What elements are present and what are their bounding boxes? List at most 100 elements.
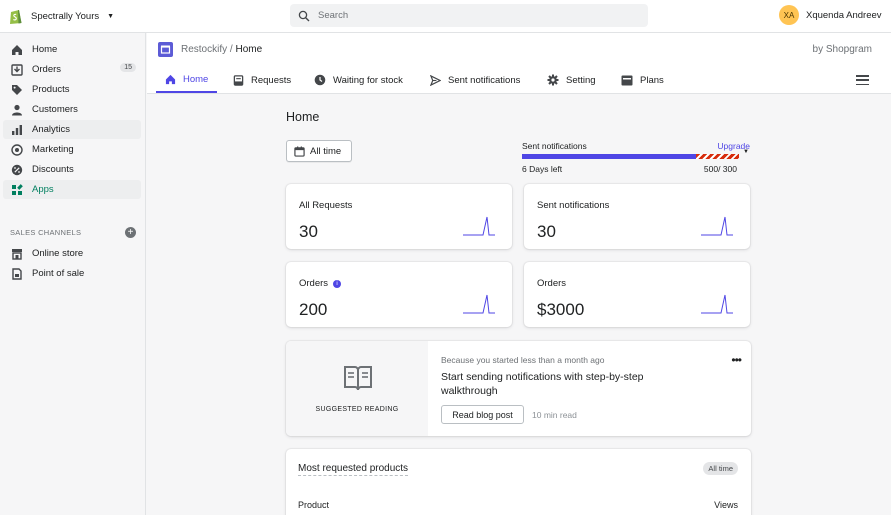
user-name: Xquenda Andreev xyxy=(806,9,882,21)
stat-label: All Requests xyxy=(299,200,352,211)
book-icon xyxy=(344,366,372,391)
sidebar-item-home[interactable]: Home xyxy=(3,40,141,59)
clock-icon xyxy=(314,74,326,86)
store-name: Spectrally Yours xyxy=(31,10,100,22)
suggested-reading-title: Start sending notifications with step-by… xyxy=(441,371,644,397)
tab-waiting-for-stock[interactable]: Waiting for stock xyxy=(305,67,412,93)
read-time: 10 min read xyxy=(532,410,577,420)
stat-label-text: All Requests xyxy=(299,200,353,211)
sidebar-item-apps[interactable]: Apps xyxy=(3,180,141,199)
tag-icon xyxy=(10,83,23,96)
time-range-badge: All time xyxy=(703,462,738,475)
stat-label-text: Orders xyxy=(299,278,329,289)
sidebar-item-online-store[interactable]: Online store xyxy=(3,244,141,263)
usage-meter: Sent notifications Upgrade ▼ 6 Days left… xyxy=(522,141,750,174)
app-tabs: Home Requests Waiting for stock Sent not… xyxy=(147,67,891,94)
sidebar-item-customers[interactable]: Customers xyxy=(3,100,141,119)
app-name[interactable]: Restockify xyxy=(181,44,227,55)
stat-value: $3000 xyxy=(537,300,585,319)
usage-progress-fill xyxy=(522,154,696,159)
sidebar-item-orders[interactable]: Orders 15 xyxy=(3,60,141,79)
stat-label: Orders xyxy=(537,278,566,289)
home-icon xyxy=(10,43,23,56)
sidebar-item-label: Orders xyxy=(32,64,62,75)
orders-icon xyxy=(10,63,23,76)
tab-home[interactable]: Home xyxy=(156,67,218,93)
stat-value: 30 xyxy=(537,222,556,241)
column-header-views: Views xyxy=(714,500,738,510)
column-header-product: Product xyxy=(298,500,330,510)
sidebar-item-label: Point of sale xyxy=(32,268,85,279)
sidebar-item-analytics[interactable]: Analytics xyxy=(3,120,141,139)
more-actions-icon[interactable]: ••• xyxy=(731,353,742,367)
stat-card-orders-count: Orders i 200 xyxy=(286,262,512,327)
sidebar-item-label: Apps xyxy=(32,184,54,195)
most-requested-products-card: Most requested products All time Product… xyxy=(286,449,751,515)
restockify-logo-icon xyxy=(158,42,173,57)
sidebar-item-label: Marketing xyxy=(32,144,74,155)
sparkline-chart xyxy=(463,294,495,314)
sidebar-item-label: Discounts xyxy=(32,164,74,175)
home-icon xyxy=(165,74,176,84)
date-filter-button[interactable]: All time xyxy=(286,140,352,162)
stat-value: 30 xyxy=(299,222,318,241)
read-blog-post-button[interactable]: Read blog post xyxy=(441,405,524,424)
app-header: Restockify / Home by Shopgram xyxy=(147,33,891,67)
sidebar-item-discounts[interactable]: Discounts xyxy=(3,160,141,179)
search-input[interactable] xyxy=(318,10,618,21)
search-icon xyxy=(298,10,310,21)
tab-label: Waiting for stock xyxy=(333,74,403,86)
tab-plans[interactable]: Plans xyxy=(612,67,673,93)
tab-requests[interactable]: Requests xyxy=(224,67,300,93)
add-channel-icon[interactable]: + xyxy=(125,227,136,238)
sidebar-item-label: Customers xyxy=(32,104,78,115)
usage-overage-stripe xyxy=(695,154,739,159)
target-icon xyxy=(10,143,23,156)
bar-chart-icon xyxy=(10,123,23,136)
sales-channels-header: SALES CHANNELS + xyxy=(10,227,136,238)
stat-label: Sent notifications xyxy=(537,200,609,211)
tab-sent-notifications[interactable]: Sent notifications xyxy=(421,67,529,93)
person-icon xyxy=(10,103,23,116)
discount-icon xyxy=(10,163,23,176)
apps-icon xyxy=(10,183,23,196)
stat-card-all-requests: All Requests 30 xyxy=(286,184,512,249)
app-breadcrumb: Restockify / Home xyxy=(181,44,262,55)
most-requested-products-title[interactable]: Most requested products xyxy=(298,463,409,476)
shopify-logo-icon xyxy=(10,9,22,24)
stat-value: 200 xyxy=(299,300,328,319)
caret-down-icon: ▼ xyxy=(743,149,749,155)
info-icon[interactable]: i xyxy=(333,279,342,288)
calendar-icon xyxy=(294,145,305,157)
usage-progress-bar xyxy=(522,154,739,159)
sparkline-chart xyxy=(463,216,495,236)
breadcrumb-current: Home xyxy=(235,44,263,55)
stat-card-orders-revenue: Orders $3000 xyxy=(524,262,750,327)
suggested-reading-panel: SUGGESTED READING xyxy=(286,341,428,436)
sidebar-item-label: Products xyxy=(32,84,70,95)
sales-channels-label: SALES CHANNELS xyxy=(10,228,82,237)
sparkline-chart xyxy=(701,294,733,314)
tab-label: Home xyxy=(183,73,209,85)
sidebar: Home Orders 15 Products Customers Analyt… xyxy=(0,33,146,515)
days-left: 6 Days left xyxy=(522,164,563,174)
tab-label: Setting xyxy=(566,74,596,86)
store-switcher[interactable]: Spectrally Yours ▼ xyxy=(9,6,114,26)
suggested-reading-caption: SUGGESTED READING xyxy=(315,406,399,413)
user-menu[interactable]: XA Xquenda Andreev xyxy=(779,5,882,25)
stat-card-sent-notifications: Sent notifications 30 xyxy=(524,184,750,249)
usage-count: 500/ 300 xyxy=(703,164,737,174)
chevron-down-icon: ▼ xyxy=(107,12,115,20)
gear-icon xyxy=(547,74,559,86)
tab-label: Plans xyxy=(640,74,664,86)
tab-setting[interactable]: Setting xyxy=(538,67,605,93)
sparkline-chart xyxy=(701,216,733,236)
menu-icon[interactable] xyxy=(856,75,869,85)
sidebar-item-marketing[interactable]: Marketing xyxy=(3,140,141,159)
suggested-reading-meta: Because you started less than a month ag… xyxy=(441,355,605,365)
stat-label-text: Sent notifications xyxy=(537,200,610,211)
sidebar-item-label: Online store xyxy=(32,248,84,259)
sidebar-item-point-of-sale[interactable]: Point of sale xyxy=(3,264,141,283)
sidebar-item-products[interactable]: Products xyxy=(3,80,141,99)
search-bar[interactable] xyxy=(290,4,648,27)
